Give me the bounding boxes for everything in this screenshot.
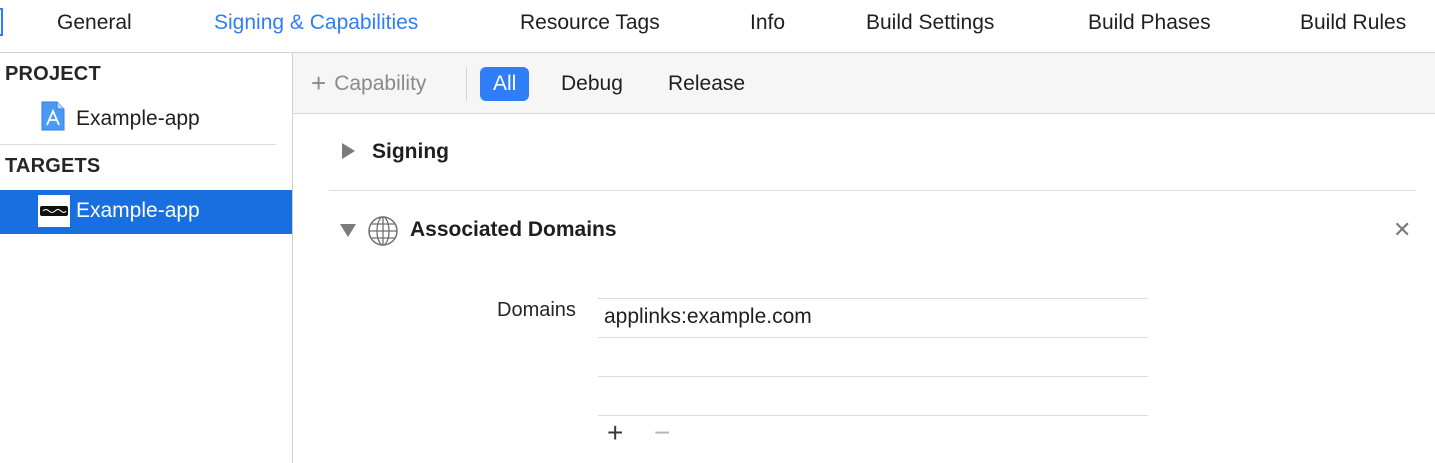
sidebar-divider — [0, 144, 276, 145]
tab-build-rules[interactable]: Build Rules — [1300, 0, 1406, 46]
add-capability-label: Capability — [334, 72, 427, 95]
add-capability-button[interactable]: + Capability — [311, 67, 426, 99]
project-header: PROJECT — [5, 63, 101, 85]
filter-all[interactable]: All — [480, 67, 530, 101]
xcode-project-icon — [41, 101, 65, 131]
remove-domain-minus-icon[interactable]: − — [654, 419, 670, 447]
tab-build-phases[interactable]: Build Phases — [1088, 0, 1211, 46]
add-domain-plus-icon[interactable]: + — [607, 419, 623, 447]
signing-disclosure-triangle[interactable] — [342, 143, 355, 159]
tab-bar: General Signing & Capabilities Resource … — [0, 0, 1435, 53]
capabilities-editor: + Capability All Debug Release Signing As… — [293, 53, 1435, 463]
remove-capability-close-icon[interactable]: ✕ — [1393, 217, 1411, 243]
sidebar-toggle-edge[interactable] — [0, 8, 3, 36]
sidebar-item-target[interactable]: Example-app — [0, 190, 292, 234]
domains-label: Domains — [497, 299, 576, 321]
filter-debug[interactable]: Debug — [548, 67, 636, 101]
section-divider — [329, 190, 1416, 191]
tab-resource-tags[interactable]: Resource Tags — [520, 0, 660, 46]
plus-icon: + — [311, 68, 327, 98]
tab-general[interactable]: General — [57, 0, 132, 46]
sidebar-item-label: Example-app — [76, 107, 200, 130]
table-row[interactable] — [598, 337, 1148, 376]
targets-header: TARGETS — [5, 155, 101, 177]
app-target-icon — [38, 195, 70, 227]
domain-value[interactable]: applinks:example.com — [604, 305, 812, 329]
sidebar-item-project[interactable]: Example-app — [0, 98, 292, 142]
capabilities-toolbar: + Capability All Debug Release — [293, 53, 1435, 114]
globe-icon — [368, 216, 398, 246]
sidebar-item-label: Example-app — [76, 199, 200, 222]
associated-domains-section-title[interactable]: Associated Domains — [410, 218, 617, 242]
tab-info[interactable]: Info — [750, 0, 785, 46]
tab-build-settings[interactable]: Build Settings — [866, 0, 994, 46]
filter-release[interactable]: Release — [655, 67, 758, 101]
table-row[interactable]: applinks:example.com — [598, 298, 1148, 337]
signing-section-title[interactable]: Signing — [372, 140, 449, 164]
project-navigator: PROJECT Example-app TARGETS Example-app — [0, 53, 293, 463]
associated-domains-disclosure-triangle[interactable] — [340, 224, 356, 237]
tab-signing-capabilities[interactable]: Signing & Capabilities — [214, 0, 418, 46]
domains-table: applinks:example.com — [598, 298, 1148, 416]
toolbar-separator — [466, 67, 467, 101]
table-row[interactable] — [598, 376, 1148, 416]
